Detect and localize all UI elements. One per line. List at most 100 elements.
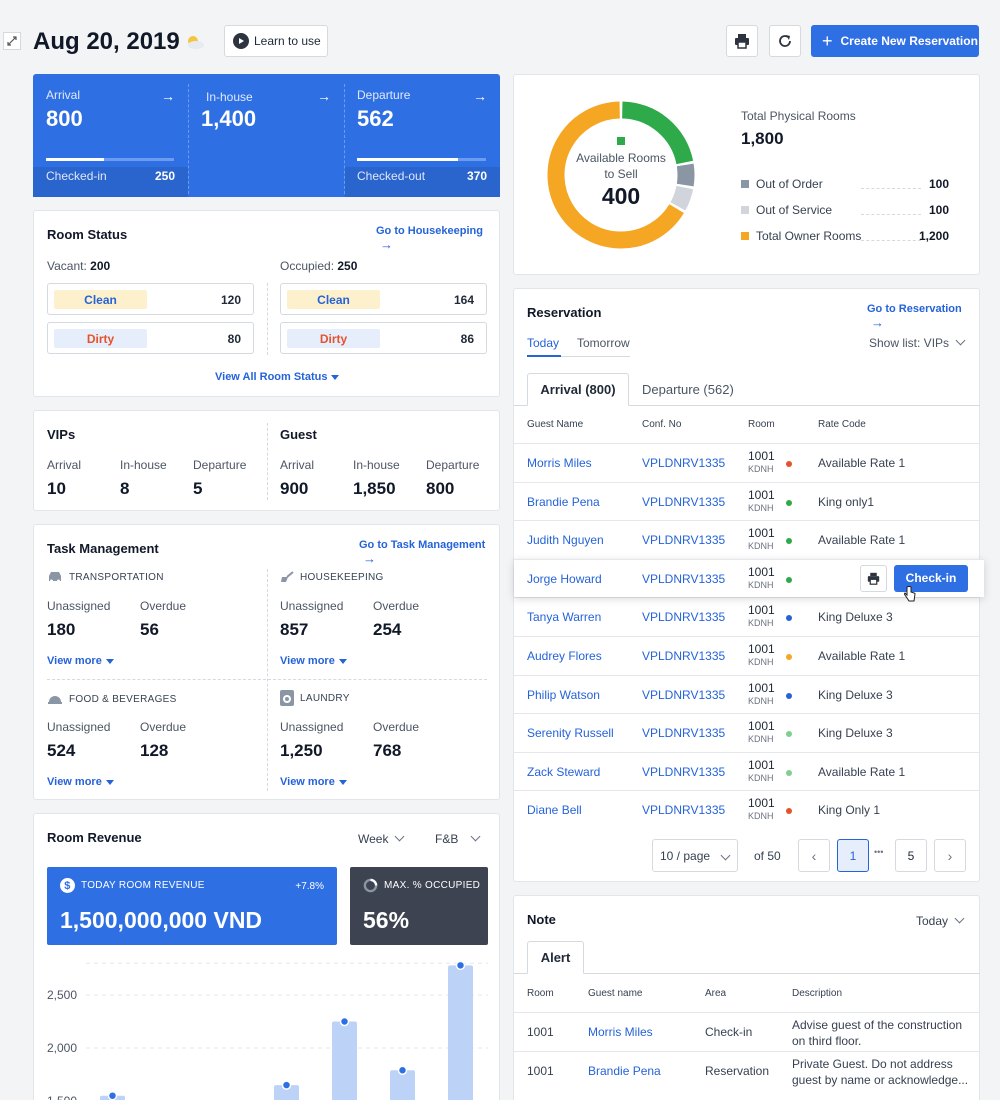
clean-pill: Clean — [54, 290, 147, 309]
arrow-right-icon[interactable]: → — [473, 88, 487, 104]
note-col-description: Description — [792, 988, 843, 999]
go-to-housekeeping-link[interactable]: Go to Housekeeping → — [376, 225, 499, 252]
legend-swatch — [741, 180, 749, 188]
departure-tab[interactable]: Departure (562) — [642, 382, 734, 397]
tab-tomorrow[interactable]: Tomorrow — [577, 336, 630, 350]
guest-name-link[interactable]: Diane Bell — [527, 803, 582, 817]
room-status-dot — [786, 461, 792, 467]
revenue-bar[interactable] — [332, 1021, 357, 1100]
next-page-button[interactable]: › — [934, 839, 966, 872]
conf-no-link[interactable]: VPLDNRV1335 — [642, 649, 725, 663]
conf-no-link[interactable]: VPLDNRV1335 — [642, 803, 725, 817]
room-number: 1001 — [748, 719, 775, 734]
reservation-row[interactable]: Philip Watson VPLDNRV1335 1001 KDNH King… — [514, 674, 980, 713]
room-status-dot — [786, 769, 792, 776]
note-guest-link[interactable]: Brandie Pena — [588, 1064, 661, 1078]
guest-name-link[interactable]: Judith Nguyen — [527, 533, 604, 547]
reservation-row[interactable]: Morris Miles VPLDNRV1335 1001 KDNH Avail… — [514, 443, 980, 481]
arrow-right-icon[interactable]: → — [317, 88, 331, 104]
conf-no-link[interactable]: VPLDNRV1335 — [642, 533, 725, 547]
revenue-bar[interactable] — [448, 965, 473, 1100]
reservation-row[interactable]: Tanya Warren VPLDNRV1335 1001 KDNH King … — [514, 597, 980, 635]
arrival-tab[interactable]: Arrival (800) — [527, 373, 629, 406]
guest-name-link[interactable]: Jorge Howard — [527, 572, 602, 586]
guest-name-link[interactable]: Brandie Pena — [527, 495, 600, 509]
guest-name-link[interactable]: Audrey Flores — [527, 649, 602, 663]
food-overdue: 128 — [140, 741, 169, 760]
conf-no-link[interactable]: VPLDNRV1335 — [642, 456, 725, 470]
guest-name-link[interactable]: Zack Steward — [527, 765, 600, 779]
alert-tab[interactable]: Alert — [527, 941, 584, 974]
occupied-dirty-box[interactable]: Dirty 86 — [280, 322, 487, 354]
conf-no-link[interactable]: VPLDNRV1335 — [642, 765, 725, 779]
reservation-row[interactable]: Judith Nguyen VPLDNRV1335 1001 KDNH Avai… — [514, 520, 980, 558]
vips-departure-value: 5 — [193, 479, 203, 498]
expand-icon[interactable] — [3, 32, 21, 50]
category-select[interactable]: F&B — [435, 831, 481, 846]
reservation-row[interactable]: Jorge Howard VPLDNRV1335 1001 KDNH Check… — [514, 558, 984, 602]
note-row[interactable]: 1001 Morris Miles Check-in Advise guest … — [514, 1012, 980, 1051]
guest-name-link[interactable]: Philip Watson — [527, 688, 600, 702]
conf-no-link[interactable]: VPLDNRV1335 — [642, 610, 725, 624]
refresh-button[interactable] — [769, 25, 801, 57]
view-more-label: View more — [280, 655, 335, 667]
view-more-link[interactable]: View more — [47, 776, 114, 788]
legend-item: Total Owner Rooms 1,200 — [741, 229, 949, 245]
reservation-row[interactable]: Diane Bell VPLDNRV1335 1001 KDNH King On… — [514, 790, 980, 828]
conf-no-link[interactable]: VPLDNRV1335 — [642, 688, 725, 702]
go-to-reservation-link[interactable]: Go to Reservation → — [867, 303, 979, 330]
y-tick-label: 1,500 — [47, 1094, 77, 1100]
note-guest-link[interactable]: Morris Miles — [588, 1025, 653, 1039]
guest-inhouse-value: 1,850 — [353, 479, 396, 498]
today-revenue-label: TODAY ROOM REVENUE — [81, 880, 205, 891]
page-size-select[interactable]: 10 / page — [652, 839, 738, 872]
reservation-row[interactable]: Serenity Russell VPLDNRV1335 1001 KDNH K… — [514, 713, 980, 751]
weather-icon — [183, 32, 205, 50]
note-row[interactable]: 1001 Brandie Pena Reservation Private Gu… — [514, 1051, 980, 1090]
vacant-clean-box[interactable]: Clean 120 — [47, 283, 254, 315]
page-total: of 50 — [754, 849, 781, 863]
reservation-row[interactable]: Zack Steward VPLDNRV1335 1001 KDNH Avail… — [514, 751, 980, 790]
arrow-right-icon[interactable]: → — [161, 88, 175, 104]
room-number: 1001 — [748, 564, 775, 579]
note-room: 1001 — [527, 1064, 554, 1078]
room-number: 1001 — [748, 487, 775, 502]
conf-no-link[interactable]: VPLDNRV1335 — [642, 572, 725, 586]
period-select[interactable]: Week — [358, 831, 405, 846]
overdue-label: Overdue — [140, 599, 187, 613]
create-reservation-button[interactable]: + Create New Reservation — [811, 25, 979, 57]
go-to-task-management-link[interactable]: Go to Task Management → — [359, 539, 499, 566]
show-list-select[interactable]: Show list: VIPs — [869, 335, 966, 350]
occupied-clean-box[interactable]: Clean 164 — [280, 283, 487, 315]
vacant-dirty-box[interactable]: Dirty 80 — [47, 322, 254, 354]
guest-name-link[interactable]: Serenity Russell — [527, 726, 614, 740]
note-period-select[interactable]: Today — [916, 913, 965, 928]
room-type: KDNH — [748, 618, 774, 629]
guest-name-link[interactable]: Morris Miles — [527, 456, 592, 470]
view-all-room-status-link[interactable]: View All Room Status — [215, 371, 340, 383]
conf-no-link[interactable]: VPLDNRV1335 — [642, 726, 725, 740]
y-tick-label: 2,000 — [47, 1041, 77, 1055]
page-ellipsis: ••• — [874, 847, 884, 857]
page-1-button[interactable]: 1 — [837, 839, 869, 872]
room-number: 1001 — [748, 526, 775, 541]
conf-no-link[interactable]: VPLDNRV1335 — [642, 495, 725, 509]
unassigned-label: Unassigned — [280, 720, 344, 734]
guest-title: Guest — [280, 427, 317, 442]
vips-inhouse-value: 8 — [120, 479, 130, 498]
guest-name-link[interactable]: Tanya Warren — [527, 610, 601, 624]
view-more-link[interactable]: View more — [280, 655, 347, 667]
arrival-label: Arrival — [46, 88, 81, 102]
room-number: 1001 — [748, 603, 775, 618]
view-more-link[interactable]: View more — [47, 655, 114, 667]
prev-page-button[interactable]: ‹ — [798, 839, 830, 872]
learn-to-use-button[interactable]: Learn to use — [224, 25, 328, 57]
print-button[interactable] — [726, 25, 758, 57]
tab-today[interactable]: Today — [527, 336, 559, 350]
view-more-link[interactable]: View more — [280, 776, 347, 788]
page-5-button[interactable]: 5 — [895, 839, 927, 872]
reservation-row[interactable]: Audrey Flores VPLDNRV1335 1001 KDNH Avai… — [514, 636, 980, 674]
donut-segment — [670, 185, 694, 211]
reservation-row[interactable]: Brandie Pena VPLDNRV1335 1001 KDNH King … — [514, 481, 980, 520]
row-print-button[interactable] — [860, 564, 887, 592]
